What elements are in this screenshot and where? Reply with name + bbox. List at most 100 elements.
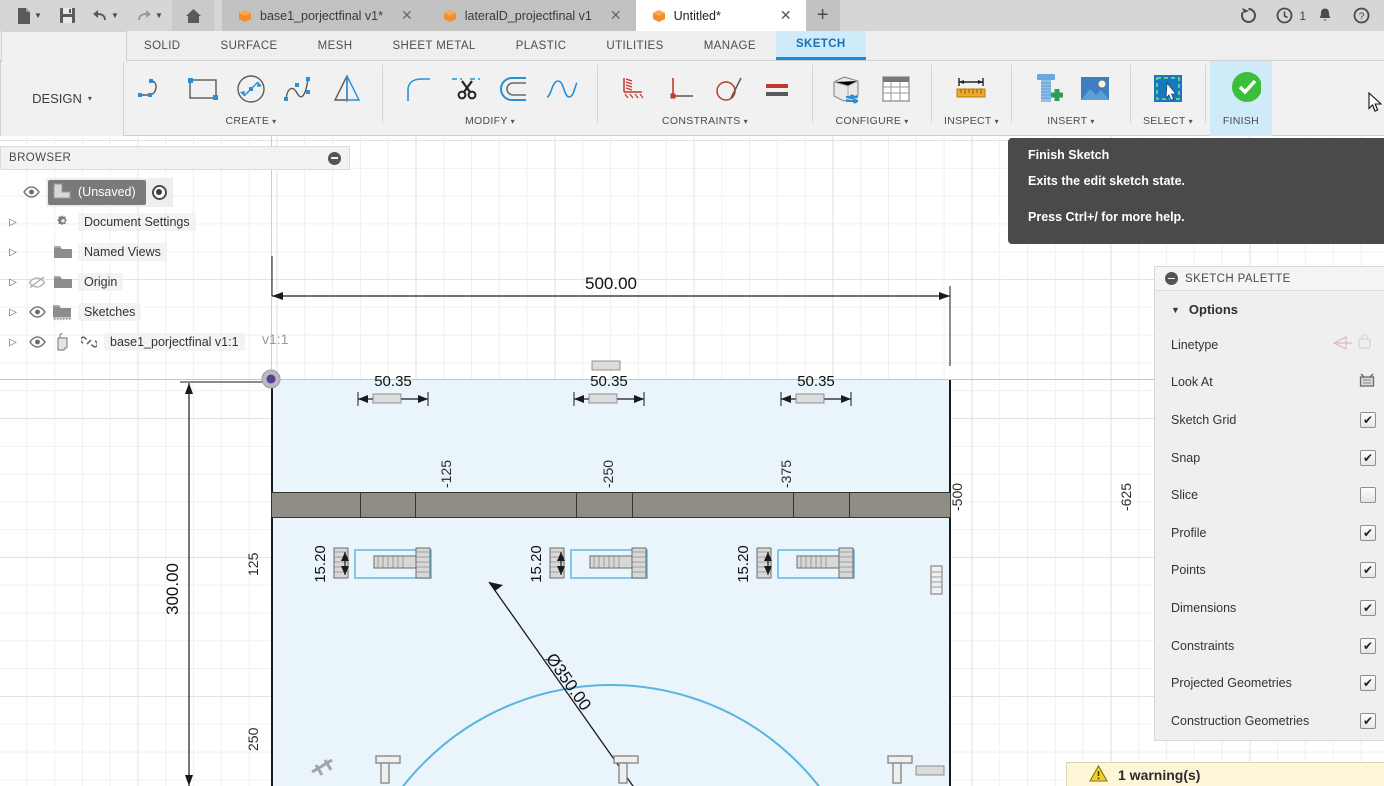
line-icon[interactable] [132, 64, 178, 114]
ribbon-tab-sheet-metal[interactable]: SHEET METAL [372, 31, 495, 60]
panel-label-insert[interactable]: INSERT ▾ [1047, 115, 1094, 127]
eye-icon[interactable] [26, 306, 48, 318]
snap-checkbox[interactable] [1360, 449, 1376, 466]
browser-item-sketches[interactable]: ▷ Sketches [0, 297, 350, 327]
panel-label-select[interactable]: SELECT ▾ [1143, 115, 1193, 127]
workspace-switcher[interactable]: DESIGN ▾ [0, 31, 127, 136]
close-icon[interactable]: ✕ [770, 7, 792, 24]
clock-icon[interactable] [1267, 0, 1301, 31]
ribbon-tab-utilities[interactable]: UTILITIES [586, 31, 683, 60]
panel-label-create[interactable]: CREATE ▾ [226, 115, 277, 127]
palette-row-look-at[interactable]: Look At [1155, 364, 1384, 402]
ribbon-tab-plastic[interactable]: PLASTIC [496, 31, 587, 60]
expand-arrow-icon[interactable]: ▷ [4, 217, 22, 228]
ribbon-tab-solid[interactable]: SOLID [124, 31, 201, 60]
document-tab-active[interactable]: Untitled* ✕ [635, 0, 806, 31]
undo-icon[interactable]: ▼ [84, 3, 126, 29]
equal-constraint-icon[interactable] [754, 64, 800, 114]
browser-root-row[interactable]: (Unsaved) [0, 177, 350, 207]
configure-body-icon[interactable] [825, 64, 871, 114]
document-tab[interactable]: base1_porjectfinal v1* ✕ [222, 0, 427, 31]
projected-geometries-checkbox[interactable] [1360, 675, 1376, 692]
browser-item-document-settings[interactable]: ▷ Document Settings [0, 207, 350, 237]
palette-row-slice[interactable]: Slice [1155, 476, 1384, 514]
expand-arrow-icon[interactable]: ▷ [4, 277, 22, 288]
warning-bar[interactable]: 1 warning(s) [1066, 762, 1384, 786]
spline-icon[interactable] [276, 64, 322, 114]
panel-label-inspect[interactable]: INSPECT ▾ [944, 115, 999, 127]
mirror-icon[interactable] [324, 64, 370, 114]
palette-row-constraints[interactable]: Constraints [1155, 627, 1384, 665]
browser-root-pill[interactable]: (Unsaved) [48, 179, 146, 205]
expand-arrow-icon[interactable]: ▷ [4, 337, 22, 348]
ribbon-tab-mesh[interactable]: MESH [298, 31, 373, 60]
points-checkbox[interactable] [1360, 562, 1376, 579]
configure-table-icon[interactable] [873, 64, 919, 114]
measure-icon[interactable] [948, 64, 994, 114]
eye-icon[interactable] [26, 336, 48, 348]
expand-arrow-icon[interactable]: ▷ [4, 247, 22, 258]
panel-label-constraints[interactable]: CONSTRAINTS ▾ [662, 115, 748, 127]
browser-item-named-views[interactable]: ▷ Named Views [0, 237, 350, 267]
sketch-palette-options-section[interactable]: ▼ Options [1155, 291, 1384, 326]
document-tab[interactable]: lateralD_projectfinal v1 ✕ [426, 0, 636, 31]
minus-circle-icon[interactable] [1165, 272, 1178, 285]
palette-row-sketch-grid[interactable]: Sketch Grid [1155, 401, 1384, 439]
help-icon[interactable]: ? [1344, 0, 1378, 31]
insert-mcmaster-icon[interactable] [1024, 64, 1070, 114]
radio-icon[interactable] [151, 184, 167, 200]
ribbon-tab-manage[interactable]: MANAGE [684, 31, 776, 60]
palette-row-construction-geometries[interactable]: Construction Geometries [1155, 702, 1384, 740]
bell-icon[interactable] [1308, 0, 1342, 31]
sketch-grid-checkbox[interactable] [1360, 411, 1376, 428]
panel-finish-sketch[interactable]: FINISH [1209, 61, 1272, 136]
close-icon[interactable]: ✕ [600, 7, 622, 24]
new-tab-button[interactable]: + [805, 0, 840, 31]
palette-row-dimensions[interactable]: Dimensions [1155, 589, 1384, 627]
eye-off-icon[interactable] [26, 275, 48, 289]
fillet-icon[interactable] [395, 64, 441, 114]
redo-icon[interactable]: ▼ [128, 3, 170, 29]
perpendicular-constraint-icon[interactable] [658, 64, 704, 114]
save-icon[interactable] [52, 3, 82, 29]
constraints-checkbox[interactable] [1360, 637, 1376, 654]
offset-icon[interactable] [491, 64, 537, 114]
expand-arrow-icon[interactable]: ▷ [4, 307, 22, 318]
fix-constraint-icon[interactable] [610, 64, 656, 114]
tangent-constraint-icon[interactable] [706, 64, 752, 114]
overall-height-dim[interactable]: 300.00 [163, 381, 272, 786]
curvature-icon[interactable] [539, 64, 585, 114]
panel-label-finish[interactable]: FINISH [1210, 115, 1272, 127]
finish-sketch-icon[interactable] [1218, 64, 1264, 114]
insert-canvas-icon[interactable] [1072, 64, 1118, 114]
look-at-icon[interactable] [1358, 372, 1376, 392]
trim-icon[interactable] [443, 64, 489, 114]
close-icon[interactable]: ✕ [391, 7, 413, 24]
palette-row-projected-geometries[interactable]: Projected Geometries [1155, 664, 1384, 702]
ribbon-tab-surface[interactable]: SURFACE [201, 31, 298, 60]
eye-icon[interactable] [20, 186, 42, 198]
file-menu-icon[interactable]: ▼ [8, 3, 50, 29]
palette-row-points[interactable]: Points [1155, 552, 1384, 590]
browser-item-origin[interactable]: ▷ Origin [0, 267, 350, 297]
circle-icon[interactable] [228, 64, 274, 114]
panel-label-configure[interactable]: CONFIGURE ▾ [835, 115, 908, 127]
panel-label-modify[interactable]: MODIFY ▾ [465, 115, 515, 127]
home-icon[interactable] [172, 0, 214, 31]
projected-top-bar[interactable] [271, 492, 951, 518]
select-icon[interactable] [1145, 64, 1191, 114]
slice-checkbox[interactable] [1360, 487, 1376, 504]
browser-item-base1-component[interactable]: ▷ base1_porjectfinal v1:1 [0, 327, 350, 357]
overall-width-dim[interactable]: 500.00 [271, 256, 951, 366]
construction-geometries-checkbox[interactable] [1360, 712, 1376, 729]
palette-row-snap[interactable]: Snap [1155, 439, 1384, 477]
minus-circle-icon[interactable] [328, 151, 341, 165]
rectangle-icon[interactable] [180, 64, 226, 114]
ribbon-tab-sketch[interactable]: SKETCH [775, 31, 866, 60]
refresh-icon[interactable] [1231, 0, 1265, 31]
dimensions-checkbox[interactable] [1360, 599, 1376, 616]
linetype-icons[interactable] [1332, 334, 1376, 355]
palette-row-profile[interactable]: Profile [1155, 514, 1384, 552]
palette-row-linetype[interactable]: Linetype [1155, 326, 1384, 364]
profile-checkbox[interactable] [1360, 524, 1376, 541]
